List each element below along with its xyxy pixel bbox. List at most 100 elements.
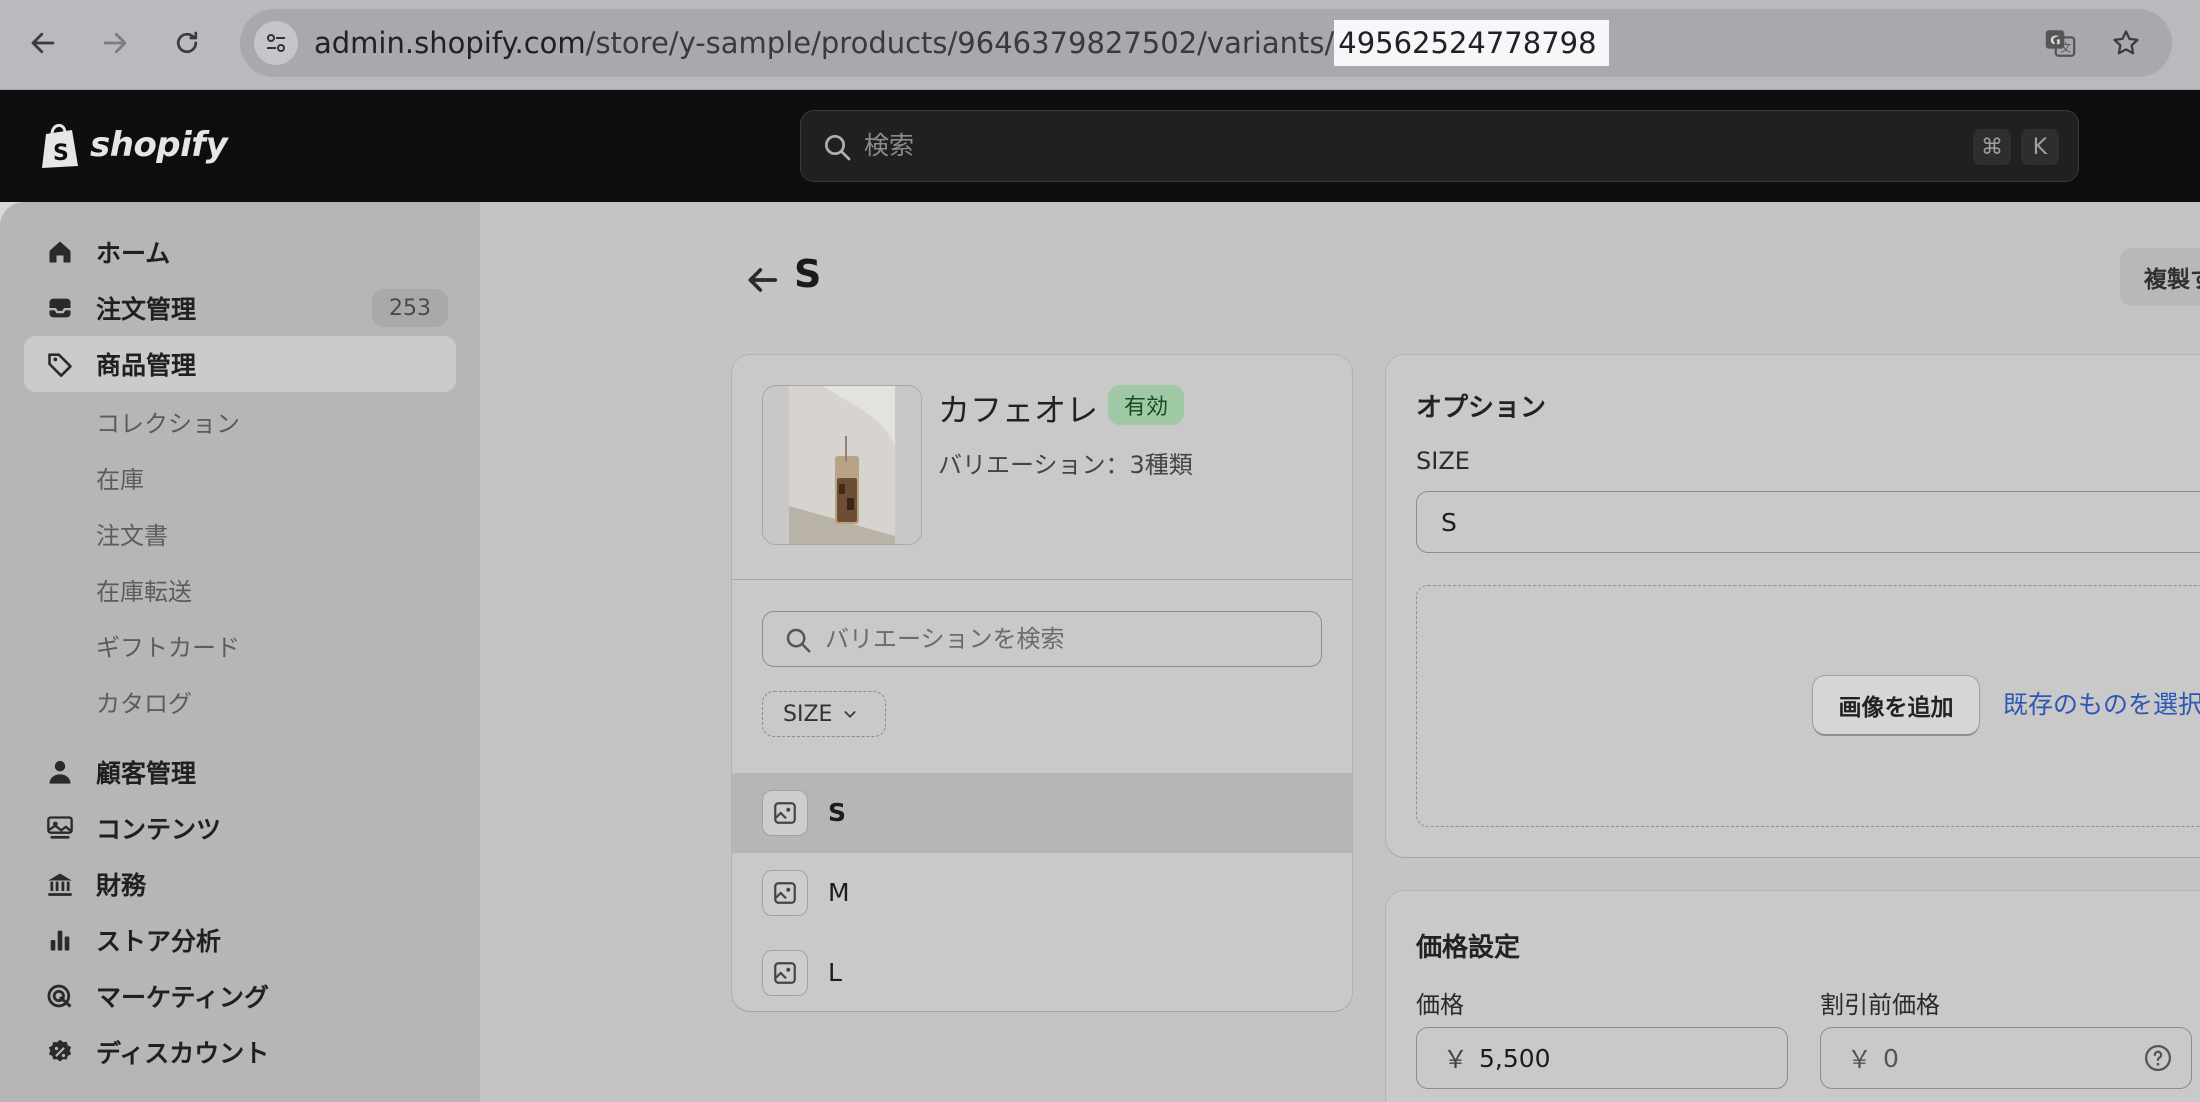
home-icon: [44, 236, 76, 268]
logo-text: shopify: [90, 125, 228, 165]
sidebar-subitem-gift-cards[interactable]: ギフトカード: [96, 628, 240, 663]
product-thumbnail[interactable]: [762, 385, 922, 545]
sidebar-item-label: ディスカウント: [96, 1039, 270, 1068]
admin-topbar: S shopify 検索 ⌘ K: [0, 90, 2200, 202]
options-card: オプション SIZE S 画像を追加 既存のものを選択: [1386, 355, 2200, 857]
product-variants-card: カフェオレ 有効 バリエーション：3種類 バリエーションを検索 SIZE S M: [732, 355, 1352, 1011]
price-input[interactable]: ￥ 5,500: [1416, 1027, 1788, 1089]
arrow-left-icon: [31, 32, 55, 54]
sidebar-subitem-inventory[interactable]: 在庫: [96, 460, 144, 495]
global-search-input[interactable]: 検索 ⌘ K: [800, 110, 2079, 182]
sidebar-subitem-collections[interactable]: コレクション: [96, 404, 240, 439]
price-value: 5,500: [1479, 1043, 1551, 1073]
variant-row[interactable]: M: [732, 853, 1352, 933]
sidebar-item-marketing[interactable]: マーケティング: [24, 968, 456, 1024]
sidebar-item-label: コンテンツ: [96, 815, 222, 844]
search-placeholder: 検索: [864, 131, 915, 160]
select-existing-link[interactable]: 既存のものを選択: [2003, 676, 2200, 734]
sidebar-item-products[interactable]: 商品管理: [24, 336, 456, 392]
back-arrow-icon[interactable]: [742, 260, 782, 300]
reload-button[interactable]: [162, 18, 212, 68]
chip-label: SIZE: [783, 701, 833, 727]
sidebar-item-label: ストア分析: [96, 927, 222, 956]
arrow-right-icon: [103, 32, 127, 54]
sidebar-item-home[interactable]: ホーム: [24, 224, 456, 280]
sidebar-subitem-catalogs[interactable]: カタログ: [96, 684, 192, 719]
variant-row[interactable]: S: [732, 773, 1352, 853]
main-content: S 複製す カフェオレ 有効 バリエーション：3種類: [480, 202, 2200, 1102]
duplicate-button[interactable]: 複製す: [2120, 248, 2200, 306]
pricing-card: 価格設定 価格 ￥ 5,500 割引前価格 ￥ 0: [1386, 891, 2200, 1102]
shopify-logo[interactable]: S shopify: [38, 120, 228, 170]
browser-toolbar: admin.shopify.com/store/y-sample/product…: [0, 0, 2200, 90]
address-bar[interactable]: admin.shopify.com/store/y-sample/product…: [240, 9, 2172, 77]
page-title: S: [794, 252, 822, 296]
sidebar-subitem-transfers[interactable]: 在庫転送: [96, 572, 192, 607]
search-icon: [825, 135, 851, 161]
bank-icon: [44, 868, 76, 900]
image-placeholder-icon: [762, 870, 808, 916]
sidebar-subitem-purchase-orders[interactable]: 注文書: [96, 516, 168, 551]
variant-row[interactable]: L: [732, 933, 1352, 1011]
size-filter-chip[interactable]: SIZE: [762, 691, 886, 737]
compare-at-price-input[interactable]: ￥ 0: [1820, 1027, 2192, 1089]
url-text[interactable]: admin.shopify.com/store/y-sample/product…: [314, 9, 1609, 77]
translate-icon[interactable]: G文: [2040, 23, 2080, 63]
url-path: /store/y-sample/products/9646379827502/v…: [585, 26, 1335, 60]
size-label: SIZE: [1416, 447, 1470, 475]
options-title: オプション: [1416, 393, 1547, 423]
compare-currency: ￥: [1847, 1045, 1873, 1074]
help-icon[interactable]: [2143, 1043, 2173, 1073]
sidebar-item-label: ホーム: [96, 239, 171, 268]
pricing-title: 価格設定: [1416, 933, 1521, 963]
sidebar-item-customers[interactable]: 顧客管理: [24, 744, 456, 800]
target-icon: [44, 980, 76, 1012]
variant-search-placeholder: バリエーションを検索: [825, 625, 1065, 653]
content-icon: [44, 812, 76, 844]
chevron-down-icon: [844, 711, 856, 718]
bar-chart-icon: [44, 924, 76, 956]
sidebar: ホーム 注文管理 253 商品管理 コレクション 在庫 注文書 在庫転送 ギフト…: [0, 202, 480, 1102]
shortcut-k-key: K: [2021, 129, 2059, 165]
sidebar-item-label: 財務: [96, 871, 147, 900]
shopify-bag-icon: S: [42, 124, 78, 168]
person-icon: [44, 756, 76, 788]
sidebar-item-label: 商品管理: [96, 351, 197, 380]
svg-text:S: S: [53, 141, 69, 166]
add-image-button[interactable]: 画像を追加: [1813, 676, 1979, 734]
search-icon: [786, 628, 811, 653]
sidebar-item-analytics[interactable]: ストア分析: [24, 912, 456, 968]
forward-nav-button[interactable]: [90, 18, 140, 68]
sidebar-item-content[interactable]: コンテンツ: [24, 800, 456, 856]
product-image: [763, 386, 921, 544]
site-settings-icon[interactable]: [254, 21, 298, 65]
status-badge: 有効: [1108, 385, 1185, 425]
orders-count-badge: 253: [372, 289, 448, 327]
price-label: 価格: [1416, 991, 1464, 1019]
image-dropzone[interactable]: 画像を追加 既存のものを選択: [1416, 585, 2200, 827]
variant-label: L: [828, 958, 842, 987]
sidebar-item-orders[interactable]: 注文管理 253: [24, 280, 456, 336]
sidebar-item-label: 注文管理: [96, 295, 197, 324]
image-placeholder-icon: [762, 950, 808, 996]
compare-value: 0: [1883, 1043, 1899, 1073]
admin-shell: ホーム 注文管理 253 商品管理 コレクション 在庫 注文書 在庫転送 ギフト…: [0, 202, 2200, 1102]
sidebar-item-label: マーケティング: [96, 983, 270, 1012]
product-name: カフェオレ: [938, 391, 1099, 429]
price-currency: ￥: [1443, 1045, 1469, 1074]
url-host: admin.shopify.com: [314, 26, 586, 60]
tag-icon: [44, 348, 76, 380]
variant-label: M: [828, 878, 850, 907]
sidebar-item-label: 顧客管理: [96, 759, 197, 788]
sidebar-item-discounts[interactable]: ディスカウント: [24, 1024, 456, 1080]
url-selected-segment: 49562524778798: [1334, 20, 1609, 66]
back-nav-button[interactable]: [18, 18, 68, 68]
sidebar-item-finance[interactable]: 財務: [24, 856, 456, 912]
inbox-icon: [44, 292, 76, 324]
variant-label: S: [828, 798, 847, 827]
size-option-field[interactable]: S: [1416, 491, 2200, 553]
svg-text:文: 文: [2060, 41, 2071, 55]
reload-icon: [176, 31, 198, 54]
bookmark-star-icon[interactable]: [2106, 23, 2146, 63]
variant-search-input[interactable]: バリエーションを検索: [762, 611, 1322, 667]
